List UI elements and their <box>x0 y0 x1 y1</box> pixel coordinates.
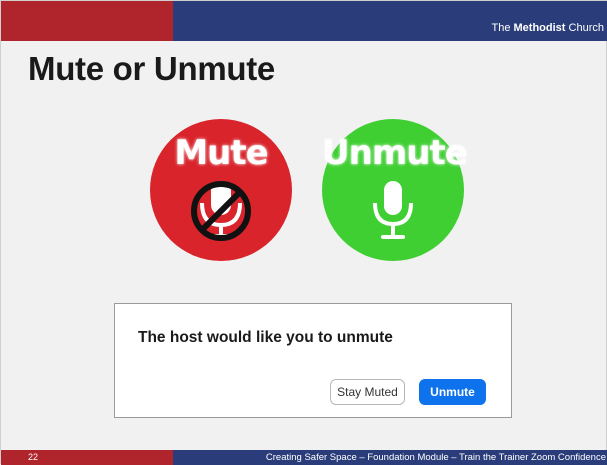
header-accent-red <box>1 1 173 41</box>
slide: The Methodist Church Mute or Unmute Mute… <box>0 0 607 465</box>
stay-muted-button[interactable]: Stay Muted <box>330 379 405 405</box>
logo-prefix: The <box>491 22 514 34</box>
methodist-church-logo: The Methodist Church <box>492 22 605 34</box>
footer-text: Creating Safer Space – Foundation Module… <box>265 452 606 463</box>
unmute-request-dialog: The host would like you to unmute Stay M… <box>114 303 512 418</box>
mute-graphic: Mute <box>150 119 292 261</box>
page-number: 22 <box>28 452 39 462</box>
muted-microphone-icon <box>191 181 251 241</box>
footer-bar: 22 Creating Safer Space – Foundation Mod… <box>1 450 607 465</box>
microphone-icon <box>373 181 413 239</box>
dialog-message: The host would like you to unmute <box>138 329 393 346</box>
slide-title: Mute or Unmute <box>28 50 275 87</box>
footer-accent-red <box>1 450 173 465</box>
unmute-button[interactable]: Unmute <box>419 379 486 405</box>
unmute-graphic: Unmute <box>322 119 468 261</box>
logo-bold: Methodist <box>513 22 566 34</box>
header-bar: The Methodist Church <box>1 1 607 41</box>
logo-suffix: Church <box>565 22 604 34</box>
